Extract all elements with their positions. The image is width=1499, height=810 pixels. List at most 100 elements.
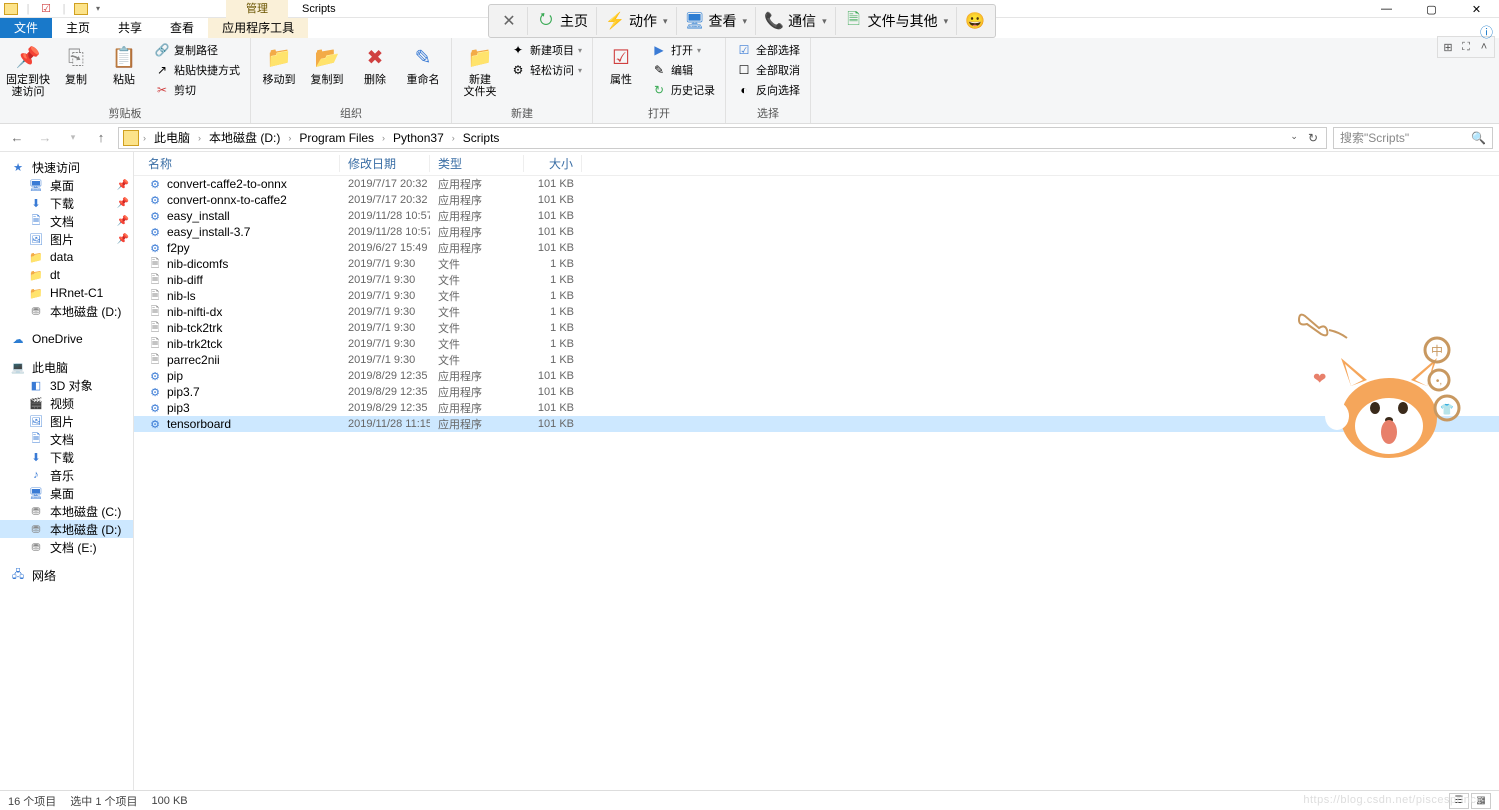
invert-selection-button[interactable]: ◐反向选择 (732, 80, 804, 100)
nav-up-button[interactable]: ↑ (90, 127, 112, 149)
breadcrumb-scripts[interactable]: Scripts (457, 131, 506, 145)
edit-button[interactable]: ✎编辑 (647, 60, 719, 80)
overlay-home-button[interactable]: ⭮主页 (528, 7, 597, 35)
col-size[interactable]: 大小 (524, 155, 582, 172)
select-none-button[interactable]: ☐全部取消 (732, 60, 804, 80)
sidebar-this-pc[interactable]: 💻此电脑 (0, 358, 133, 376)
qat-dropdown-icon[interactable]: ▾ (90, 1, 106, 17)
copy-button[interactable]: ⎘复制 (54, 40, 98, 86)
nav-recent-button[interactable]: ▾ (62, 127, 84, 149)
table-row[interactable]: 🗎nib-dicomfs2019/7/1 9:30文件1 KB (134, 256, 1499, 272)
properties-icon[interactable]: ☑ (38, 1, 54, 17)
sidebar-drive-d2[interactable]: ⛃本地磁盘 (D:) (0, 520, 133, 538)
chevron-right-icon[interactable]: › (450, 133, 457, 143)
chevron-right-icon[interactable]: › (141, 133, 148, 143)
open-button[interactable]: ▶打开▾ (647, 40, 719, 60)
overlay-files-label: 文件与其他 (868, 11, 938, 31)
overlay-action-button[interactable]: ⚡动作▾ (597, 7, 677, 35)
sidebar-downloads2[interactable]: ⬇下载 (0, 448, 133, 466)
tab-app-tools[interactable]: 应用程序工具 (208, 18, 308, 38)
table-row[interactable]: 🗎nib-ls2019/7/1 9:30文件1 KB (134, 288, 1499, 304)
tab-share[interactable]: 共享 (104, 18, 156, 38)
paste-shortcut-button[interactable]: ↗粘贴快捷方式 (150, 60, 244, 80)
sidebar-quick-access[interactable]: ★快速访问 (0, 158, 133, 176)
sidebar-drive-d[interactable]: ⛃本地磁盘 (D:) (0, 302, 133, 320)
ribbon-help-icon[interactable]: ⓘ (1480, 22, 1493, 41)
breadcrumb-dropdown[interactable]: ⌄ (1286, 131, 1302, 145)
sidebar-pictures[interactable]: 🖼图片📌 (0, 230, 133, 248)
nav-back-button[interactable]: ← (6, 127, 28, 149)
tab-file[interactable]: 文件 (0, 18, 52, 38)
delete-button[interactable]: ✖删除 (353, 40, 397, 86)
pin-button[interactable]: 📌固定到快 速访问 (6, 40, 50, 98)
chevron-right-icon[interactable]: › (286, 133, 293, 143)
sidebar-downloads[interactable]: ⬇下载📌 (0, 194, 133, 212)
breadcrumb-pc[interactable]: 此电脑 (148, 129, 196, 146)
table-row[interactable]: ⚙f2py2019/6/27 15:49应用程序101 KB (134, 240, 1499, 256)
sidebar-3d-objects[interactable]: ◧3D 对象 (0, 376, 133, 394)
minimize-button[interactable]: — (1364, 0, 1409, 18)
copy-path-button[interactable]: 🔗复制路径 (150, 40, 244, 60)
move-to-button[interactable]: 📁移动到 (257, 40, 301, 86)
search-icon[interactable]: 🔍 (1471, 131, 1486, 145)
table-row[interactable]: ⚙easy_install2019/11/28 10:57应用程序101 KB (134, 208, 1499, 224)
close-button[interactable]: ✕ (1454, 0, 1499, 18)
overlay-files-button[interactable]: 🗎文件与其他▾ (836, 7, 958, 35)
qat-folder-icon[interactable] (74, 3, 88, 15)
context-tab[interactable]: 管理 (226, 0, 288, 18)
sidebar-dt[interactable]: 📁dt (0, 266, 133, 284)
col-date[interactable]: 修改日期 (340, 155, 430, 172)
overlay-close-button[interactable]: ✕ (491, 7, 528, 35)
nav-forward-button[interactable]: → (34, 127, 56, 149)
table-row[interactable]: ⚙easy_install-3.72019/11/28 10:57应用程序101… (134, 224, 1499, 240)
ribbon-body: 📌固定到快 速访问 ⎘复制 📋粘贴 🔗复制路径 ↗粘贴快捷方式 ✂剪切 剪贴板 … (0, 38, 1499, 124)
rename-button[interactable]: ✎重命名 (401, 40, 445, 86)
chevron-up-icon[interactable]: ˄ (1476, 39, 1492, 55)
sidebar-desktop[interactable]: 🖥桌面📌 (0, 176, 133, 194)
table-row[interactable]: ⚙convert-onnx-to-caffe22019/7/17 20:32应用… (134, 192, 1499, 208)
copy-to-button[interactable]: 📂复制到 (305, 40, 349, 86)
sidebar-drive-e[interactable]: ⛃文档 (E:) (0, 538, 133, 556)
breadcrumb-py[interactable]: Python37 (387, 131, 450, 145)
overlay-view-button[interactable]: 🖥查看▾ (677, 7, 757, 35)
sidebar-documents[interactable]: 🗎文档📌 (0, 212, 133, 230)
paste-button[interactable]: 📋粘贴 (102, 40, 146, 86)
sidebar-drive-c[interactable]: ⛃本地磁盘 (C:) (0, 502, 133, 520)
chevron-down-icon: ▾ (822, 16, 827, 27)
cut-button[interactable]: ✂剪切 (150, 80, 244, 100)
properties-button[interactable]: ☑属性 (599, 40, 643, 86)
select-all-button[interactable]: ☑全部选择 (732, 40, 804, 60)
breadcrumb-drive[interactable]: 本地磁盘 (D:) (203, 129, 286, 146)
sidebar-onedrive[interactable]: ☁OneDrive (0, 330, 133, 348)
chevron-right-icon[interactable]: › (196, 133, 203, 143)
col-type[interactable]: 类型 (430, 155, 524, 172)
overlay-comm-button[interactable]: 📞通信▾ (756, 7, 836, 35)
tab-view[interactable]: 查看 (156, 18, 208, 38)
easy-access-button[interactable]: ⚙轻松访问▾ (506, 60, 586, 80)
table-row[interactable]: ⚙convert-caffe2-to-onnx2019/7/17 20:32应用… (134, 176, 1499, 192)
new-folder-button[interactable]: 📁新建 文件夹 (458, 40, 502, 98)
sidebar-data[interactable]: 📁data (0, 248, 133, 266)
breadcrumb[interactable]: › 此电脑 › 本地磁盘 (D:) › Program Files › Pyth… (118, 127, 1327, 149)
sidebar-video[interactable]: 🎬视频 (0, 394, 133, 412)
chevron-right-icon[interactable]: › (380, 133, 387, 143)
file-icon: ⚙ (148, 241, 162, 255)
sidebar-pictures2[interactable]: 🖼图片 (0, 412, 133, 430)
sidebar-music[interactable]: ♪音乐 (0, 466, 133, 484)
sidebar-desktop2[interactable]: 🖥桌面 (0, 484, 133, 502)
search-input[interactable]: 搜索"Scripts" 🔍 (1333, 127, 1493, 149)
expand-icon[interactable]: ⛶ (1458, 39, 1474, 55)
sidebar-hrnet[interactable]: 📁HRnet-C1 (0, 284, 133, 302)
new-item-button[interactable]: ✦新建项目▾ (506, 40, 586, 60)
overlay-emoji-button[interactable]: 😀 (957, 7, 993, 35)
maximize-button[interactable]: ▢ (1409, 0, 1454, 18)
tab-home[interactable]: 主页 (52, 18, 104, 38)
history-button[interactable]: ↻历史记录 (647, 80, 719, 100)
sidebar-documents2[interactable]: 🗎文档 (0, 430, 133, 448)
refresh-button[interactable]: ↻ (1304, 131, 1322, 145)
table-row[interactable]: 🗎nib-diff2019/7/1 9:30文件1 KB (134, 272, 1499, 288)
col-name[interactable]: 名称 (140, 155, 340, 172)
sidebar-network[interactable]: 🖧网络 (0, 566, 133, 584)
breadcrumb-pf[interactable]: Program Files (293, 131, 380, 145)
grid-icon[interactable]: ⊞ (1440, 39, 1456, 55)
